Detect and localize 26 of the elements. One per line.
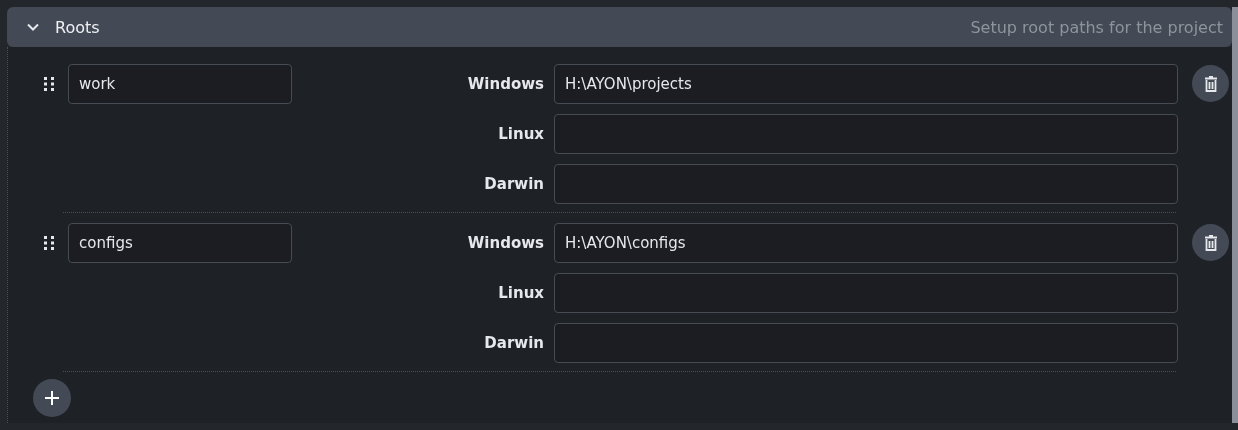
path-label: Darwin: [484, 334, 544, 352]
path-field[interactable]: [554, 273, 1178, 313]
root-name-field[interactable]: work: [68, 64, 292, 104]
path-label: Linux: [498, 125, 544, 143]
section-description: Setup root paths for the project: [970, 17, 1223, 37]
delete-button[interactable]: [1192, 224, 1229, 261]
drag-handle-icon[interactable]: [44, 77, 54, 91]
scrollbar[interactable]: [1232, 7, 1238, 423]
delete-button[interactable]: [1192, 65, 1229, 102]
section-header[interactable]: Roots Setup root paths for the project: [7, 7, 1232, 47]
path-label: Windows: [467, 75, 544, 93]
path-label: Darwin: [484, 175, 544, 193]
trash-icon: [1203, 234, 1218, 251]
root-name-field[interactable]: configs: [68, 223, 292, 263]
section-title: Roots: [55, 17, 100, 37]
path-field[interactable]: H:\AYON\configs: [554, 223, 1178, 263]
path-field[interactable]: [554, 164, 1178, 204]
path-field[interactable]: [554, 323, 1178, 363]
path-label: Windows: [467, 234, 544, 252]
drag-handle-icon[interactable]: [44, 236, 54, 250]
add-button[interactable]: [33, 379, 71, 417]
plus-icon: [45, 391, 59, 405]
trash-icon: [1203, 75, 1218, 92]
path-field[interactable]: H:\AYON\projects: [554, 64, 1178, 104]
path-field[interactable]: [554, 114, 1178, 154]
path-label: Linux: [498, 284, 544, 302]
